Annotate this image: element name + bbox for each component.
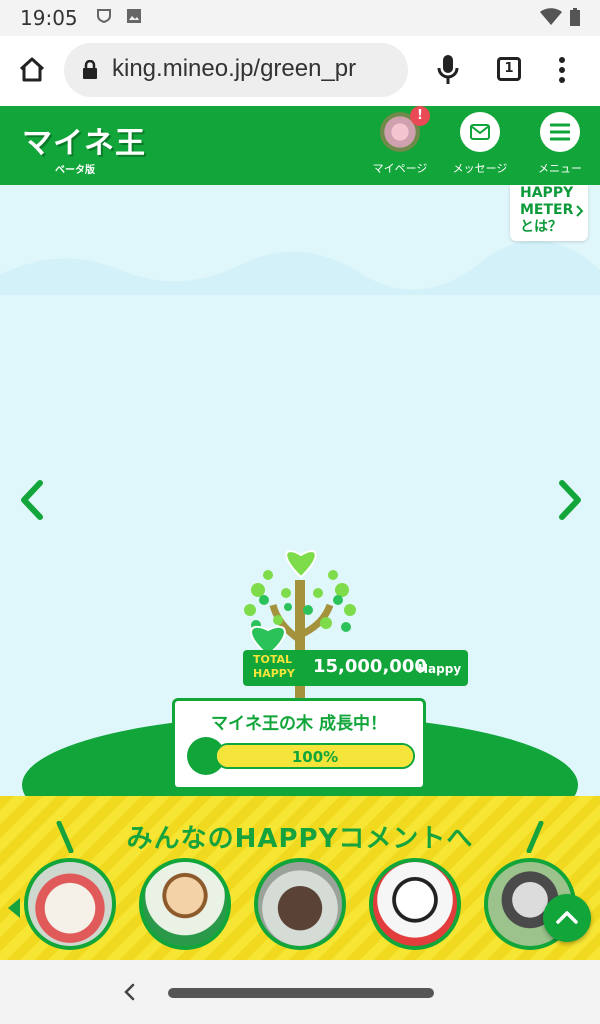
carousel-left-icon[interactable]: [6, 896, 22, 920]
url-field[interactable]: king.mineo.jp/green_pr: [64, 43, 408, 97]
lock-icon: [83, 60, 97, 79]
chevron-up-icon: [556, 911, 578, 924]
scroll-to-top-button[interactable]: [543, 894, 591, 942]
status-time: 19:05: [20, 6, 78, 30]
deco-line-right: [526, 821, 544, 853]
beta-label: ベータ版: [55, 165, 95, 176]
chevron-right-icon[interactable]: [550, 475, 590, 525]
comments-title[interactable]: みんなのHAPPYコメントへ: [0, 818, 600, 855]
nav-menu[interactable]: メニュー: [520, 112, 600, 182]
status-bar: 19:05: [0, 0, 600, 36]
url-text: king.mineo.jp/green_pr: [112, 55, 357, 82]
growth-progress-text: 100%: [291, 748, 339, 766]
mic-icon[interactable]: [437, 54, 459, 86]
growth-title: マイネ王の木 成長中！: [211, 714, 387, 734]
site-logo[interactable]: マイネ王: [22, 118, 146, 162]
comment-avatar-1[interactable]: [24, 858, 116, 950]
avatar: !: [380, 106, 430, 152]
gesture-handle[interactable]: [168, 988, 434, 998]
total-label-1: TOTAL: [253, 653, 293, 666]
shield-icon: [97, 9, 111, 24]
happy-meter-line1: HAPPY: [520, 185, 574, 201]
nav-label: マイページ: [372, 162, 428, 175]
site-header: マイネ王 ベータ版 ! マイページ メッセージ メニュー: [0, 106, 600, 185]
total-happy-label: TOTAL HAPPY 15,000,000 Happy: [243, 650, 468, 686]
cloud-band: [0, 240, 600, 295]
logo-text: マイネ王: [22, 126, 146, 161]
nav-label: メッセージ: [452, 162, 508, 175]
nav-messages[interactable]: メッセージ: [440, 112, 520, 182]
happy-tree-area: HAPPY METER とは？ TOTAL HAPPY 15,000,000 H…: [0, 185, 600, 796]
comment-avatar-3[interactable]: [254, 858, 346, 950]
system-navigation-bar: [0, 960, 600, 1024]
hamburger-icon: [540, 112, 580, 152]
back-icon[interactable]: [118, 980, 142, 1004]
envelope-icon: [460, 112, 500, 152]
growth-progress-bar: 100%: [215, 743, 415, 769]
browser-toolbar: king.mineo.jp/green_pr 1: [0, 36, 600, 106]
chevron-right-icon: [576, 205, 584, 217]
nav-mypage[interactable]: ! マイページ: [360, 106, 440, 182]
total-happy-unit: Happy: [418, 662, 462, 676]
home-icon[interactable]: [18, 56, 46, 84]
tab-count: 1: [504, 61, 514, 76]
comment-avatar-4[interactable]: [369, 858, 461, 950]
battery-icon: [570, 8, 580, 26]
happy-comments-section: みんなのHAPPYコメントへ: [0, 796, 600, 960]
happy-meter-line3: とは？: [520, 219, 562, 235]
total-happy-value: 15,000,000: [313, 656, 427, 677]
wifi-icon: [540, 8, 562, 25]
happy-meter-link[interactable]: HAPPY METER とは？: [510, 185, 588, 241]
image-icon: [127, 9, 141, 23]
tabs-button[interactable]: 1: [497, 57, 521, 81]
notification-badge: !: [410, 106, 430, 126]
chevron-left-icon[interactable]: [12, 475, 52, 525]
total-label-2: HAPPY: [253, 667, 295, 680]
overflow-menu-icon[interactable]: [556, 56, 568, 84]
deco-line-left: [56, 821, 74, 853]
tree-growth-card: マイネ王の木 成長中！ 100%: [172, 698, 426, 790]
comment-avatar-2[interactable]: [139, 858, 231, 950]
nav-label: メニュー: [538, 162, 582, 175]
